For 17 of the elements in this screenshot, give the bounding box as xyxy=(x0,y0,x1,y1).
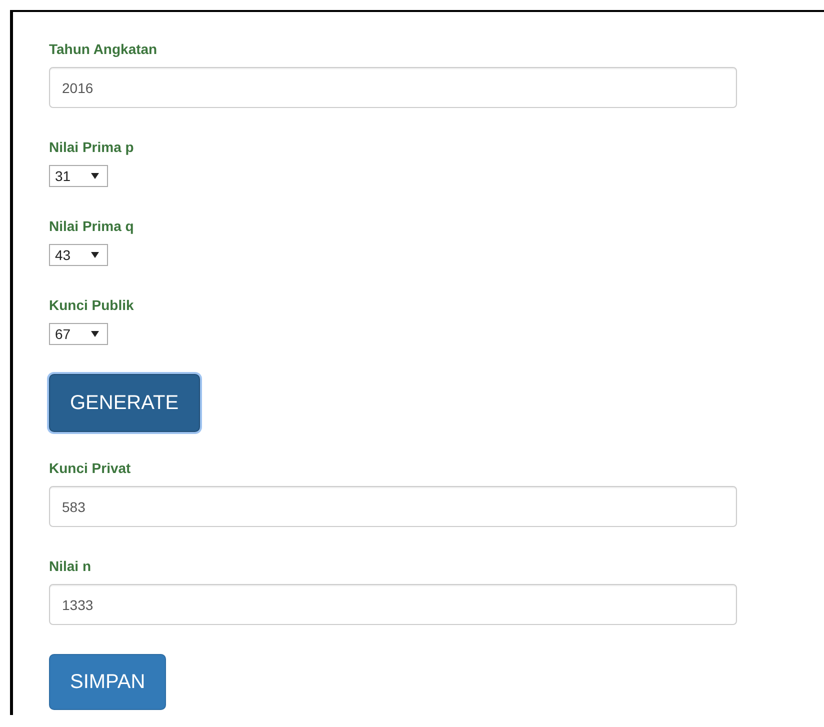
field-label: Nilai Prima p xyxy=(49,138,134,157)
dropdown[interactable]: 43 xyxy=(49,244,108,266)
caret-icon xyxy=(91,173,99,179)
input-field[interactable]: 1333 xyxy=(49,584,737,625)
field-label: Nilai Prima q xyxy=(49,217,134,236)
dropdown[interactable]: 67 xyxy=(49,323,108,345)
field-label: Kunci Privat xyxy=(49,459,131,478)
input-field[interactable]: 583 xyxy=(49,486,737,527)
field-label: Nilai n xyxy=(49,557,92,576)
save-button[interactable]: SIMPAN xyxy=(49,654,166,710)
field-label: Tahun Angkatan xyxy=(49,40,158,59)
caret-icon xyxy=(91,331,99,337)
field-label: Kunci Publik xyxy=(49,296,134,315)
dropdown[interactable]: 31 xyxy=(49,165,108,187)
caret-icon xyxy=(91,252,99,258)
generate-button[interactable]: GENERATE xyxy=(49,374,200,432)
input-field[interactable]: 2016 xyxy=(49,67,737,108)
